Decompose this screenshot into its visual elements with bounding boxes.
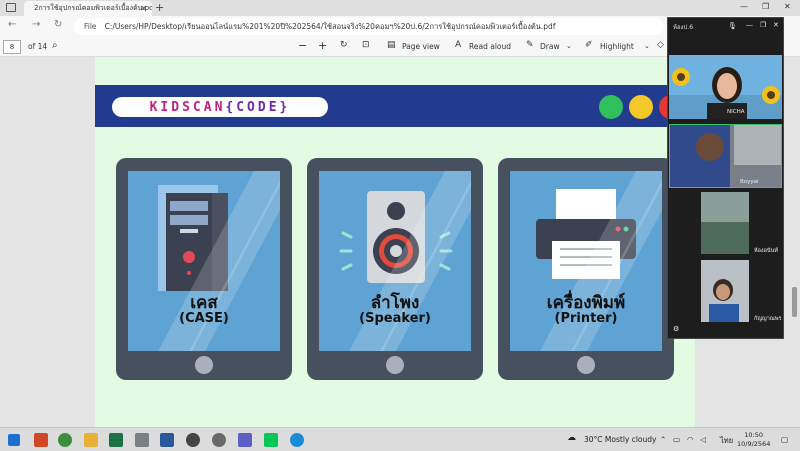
microphone-icon[interactable]: 🎙 (728, 22, 737, 30)
tab-bar: 2การใช้อุปกรณ์คอมพิวเตอร์เบื้องต้น.pdf ✕… (0, 0, 800, 16)
tab-actions-icon[interactable] (6, 3, 16, 12)
participant-video (709, 279, 739, 322)
meeting-title: ห้องป.6 (673, 24, 694, 31)
kidscan-logo: KIDSCAN {CODE} (112, 97, 328, 117)
eraser-icon[interactable]: ◇ (657, 40, 664, 50)
video-tile-boyyai[interactable]: Boyyai (669, 124, 782, 188)
home-button-icon (386, 356, 404, 374)
forward-icon[interactable]: → (32, 19, 40, 30)
url-prefix: File (84, 22, 97, 31)
url-field[interactable]: File C:/Users/HP/Desktop/เรียนออนไลน์แรม… (74, 18, 664, 35)
volume-icon[interactable]: ◁ (700, 435, 706, 444)
tab-pdf[interactable]: 2การใช้อุปกรณ์คอมพิวเตอร์เบื้องต้น.pdf ✕ (24, 1, 152, 16)
line-icon[interactable] (264, 433, 278, 447)
green-dot (599, 95, 623, 119)
taskbar: ☁ 30°C Mostly cloudy ⌃ ▭ ◠ ◁ ไทย 10:50 1… (0, 427, 800, 451)
clock-time: 10:50 (744, 431, 764, 439)
card-printer: เครื่องพิมพ์ (Printer) (498, 158, 674, 380)
zoom-out-icon[interactable]: − (298, 39, 307, 52)
weather-text[interactable]: 30°C Mostly cloudy (584, 435, 656, 444)
participant-video (670, 125, 781, 187)
read-aloud-icon: A (455, 40, 462, 50)
minimize-icon[interactable]: — (740, 2, 748, 11)
page-view-button[interactable]: Page view (402, 42, 440, 51)
home-button-icon (577, 356, 595, 374)
close-icon[interactable]: ✕ (140, 4, 147, 13)
highlight-button[interactable]: Highlight (600, 42, 634, 51)
participant-name: ห้องอนันท์ (754, 248, 779, 254)
card-case: เคส (CASE) (116, 158, 292, 380)
participant-name: NICHA (727, 109, 745, 115)
card-screen: เครื่องพิมพ์ (Printer) (510, 171, 662, 351)
home-button-icon (195, 356, 213, 374)
minimize-icon[interactable]: — (746, 21, 753, 29)
video-tile-nicha[interactable]: NICHA (669, 55, 782, 119)
obs-icon[interactable] (186, 433, 200, 447)
chevron-up-icon[interactable]: ⌃ (660, 435, 666, 444)
refresh-icon[interactable]: ↻ (54, 19, 62, 30)
highlight-icon: ✐ (585, 40, 593, 50)
page-total: of 14 (28, 42, 48, 51)
video-tile-4[interactable] (701, 260, 749, 322)
clock[interactable]: 10:50 10/9/2564 (737, 431, 770, 449)
card-speaker: ลำโพง (Speaker) (307, 158, 483, 380)
new-tab-icon[interactable]: + (155, 1, 164, 14)
card-title-english: (Printer) (554, 311, 618, 326)
participant-video (669, 67, 782, 119)
word-icon[interactable] (160, 433, 174, 447)
notification-icon[interactable]: ▢ (781, 435, 788, 444)
back-icon[interactable]: ← (8, 19, 16, 30)
settings-icon[interactable]: ⚙ (673, 325, 679, 333)
page-number-input[interactable]: 8 (3, 40, 21, 54)
close-window-icon[interactable]: ✕ (784, 2, 791, 11)
chevron-down-icon[interactable]: ⌄ (644, 42, 650, 50)
participant-name: กัญญาณพร (754, 316, 782, 322)
video-tile-3[interactable] (701, 192, 749, 254)
maximize-icon[interactable]: ❐ (760, 21, 766, 29)
excel-icon[interactable] (109, 433, 123, 447)
language-indicator[interactable]: ไทย (720, 435, 733, 447)
windows-start-icon[interactable] (8, 434, 20, 446)
url-text: C:/Users/HP/Desktop/เรียนออนไลน์แรม%201%… (104, 21, 556, 31)
scrollbar-thumb[interactable] (792, 287, 797, 317)
page-view-icon: ▤ (387, 40, 396, 50)
weather-icon: ☁ (567, 433, 576, 443)
camera-icon[interactable] (135, 433, 149, 447)
logo-text-code: {CODE} (225, 99, 291, 115)
participant-video (701, 192, 749, 254)
zoom-in-icon[interactable]: + (318, 39, 327, 52)
card-title-english: (Speaker) (359, 311, 431, 326)
participant-name: Boyyai (740, 179, 759, 185)
logo-text: KIDSCAN (149, 99, 226, 115)
card-title-english: (CASE) (179, 311, 229, 326)
search-icon[interactable]: ⌕ (52, 40, 58, 51)
draw-button[interactable]: Draw (540, 42, 560, 51)
battery-icon[interactable]: ▭ (673, 435, 680, 444)
yellow-dot (629, 95, 653, 119)
slide-header: KIDSCAN {CODE} (95, 85, 695, 127)
close-icon[interactable]: ✕ (773, 21, 779, 29)
powerpoint-icon[interactable] (34, 433, 48, 447)
settings-icon[interactable] (212, 433, 226, 447)
read-aloud-button[interactable]: Read aloud (469, 42, 511, 51)
chrome-icon[interactable] (58, 433, 72, 447)
card-screen: ลำโพง (Speaker) (319, 171, 471, 351)
draw-icon: ✎ (526, 40, 534, 50)
card-screen: เคส (CASE) (128, 171, 280, 351)
edge-icon[interactable] (290, 433, 304, 447)
chevron-down-icon[interactable]: ⌄ (566, 42, 572, 50)
clock-date: 10/9/2564 (737, 440, 771, 448)
meeting-window: ห้องป.6 🎙 — ❐ ✕ NICHA Boyyai ห้องอนันท์ (667, 17, 784, 339)
rotate-icon[interactable]: ↻ (340, 40, 348, 50)
fit-page-icon[interactable]: ⊡ (362, 40, 370, 50)
tab-title: 2การใช้อุปกรณ์คอมพิวเตอร์เบื้องต้น.pdf (34, 4, 152, 12)
teams-icon[interactable] (238, 433, 252, 447)
wifi-icon[interactable]: ◠ (687, 435, 694, 444)
maximize-icon[interactable]: ❐ (762, 2, 769, 11)
pdf-page: KIDSCAN {CODE} เคส (CASE) ลำโพง (Speaker… (95, 57, 695, 427)
file-explorer-icon[interactable] (84, 433, 98, 447)
